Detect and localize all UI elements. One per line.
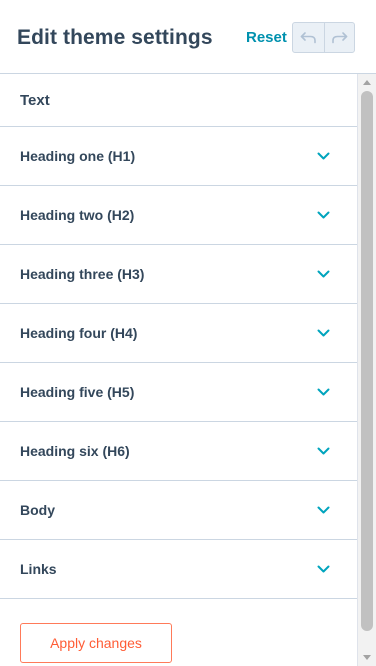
vertical-scrollbar[interactable] <box>358 74 376 666</box>
scrollbar-thumb[interactable] <box>361 91 373 631</box>
accordion-label: Heading four (H4) <box>20 325 138 341</box>
accordion-label: Heading one (H1) <box>20 148 136 164</box>
scroll-down-arrow-icon[interactable] <box>363 655 371 660</box>
accordion-heading-one[interactable]: Heading one (H1) <box>0 127 357 186</box>
accordion-body[interactable]: Body <box>0 481 357 540</box>
accordion-label: Heading two (H2) <box>20 207 135 223</box>
panel-header: Edit theme settings Reset <box>0 0 376 74</box>
accordion-label: Body <box>20 502 55 518</box>
chevron-down-icon <box>317 329 330 336</box>
accordion-label: Heading three (H3) <box>20 266 145 282</box>
accordion-heading-six[interactable]: Heading six (H6) <box>0 422 357 481</box>
accordion-heading-five[interactable]: Heading five (H5) <box>0 363 357 422</box>
page-title: Edit theme settings <box>17 26 213 49</box>
redo-button[interactable] <box>323 23 355 52</box>
panel-footer: Apply changes <box>0 599 357 663</box>
chevron-down-icon <box>317 270 330 277</box>
apply-changes-button[interactable]: Apply changes <box>20 623 172 663</box>
accordion-heading-two[interactable]: Heading two (H2) <box>0 186 357 245</box>
accordion-label: Heading five (H5) <box>20 384 135 400</box>
section-title: Text <box>0 74 357 127</box>
undo-redo-group <box>292 22 355 53</box>
chevron-down-icon <box>317 506 330 513</box>
accordion-links[interactable]: Links <box>0 540 357 599</box>
chevron-down-icon <box>317 447 330 454</box>
reset-button[interactable]: Reset <box>246 29 287 46</box>
redo-icon <box>331 32 348 44</box>
accordion-heading-four[interactable]: Heading four (H4) <box>0 304 357 363</box>
undo-icon <box>300 32 316 44</box>
accordion-label: Heading six (H6) <box>20 443 130 459</box>
settings-panel: Text Heading one (H1) Heading two (H2) H… <box>0 74 358 666</box>
chevron-down-icon <box>317 388 330 395</box>
accordion-heading-three[interactable]: Heading three (H3) <box>0 245 357 304</box>
undo-button[interactable] <box>293 23 324 52</box>
chevron-down-icon <box>317 565 330 572</box>
scroll-up-arrow-icon[interactable] <box>363 80 371 85</box>
chevron-down-icon <box>317 152 330 159</box>
chevron-down-icon <box>317 211 330 218</box>
accordion-label: Links <box>20 561 57 577</box>
